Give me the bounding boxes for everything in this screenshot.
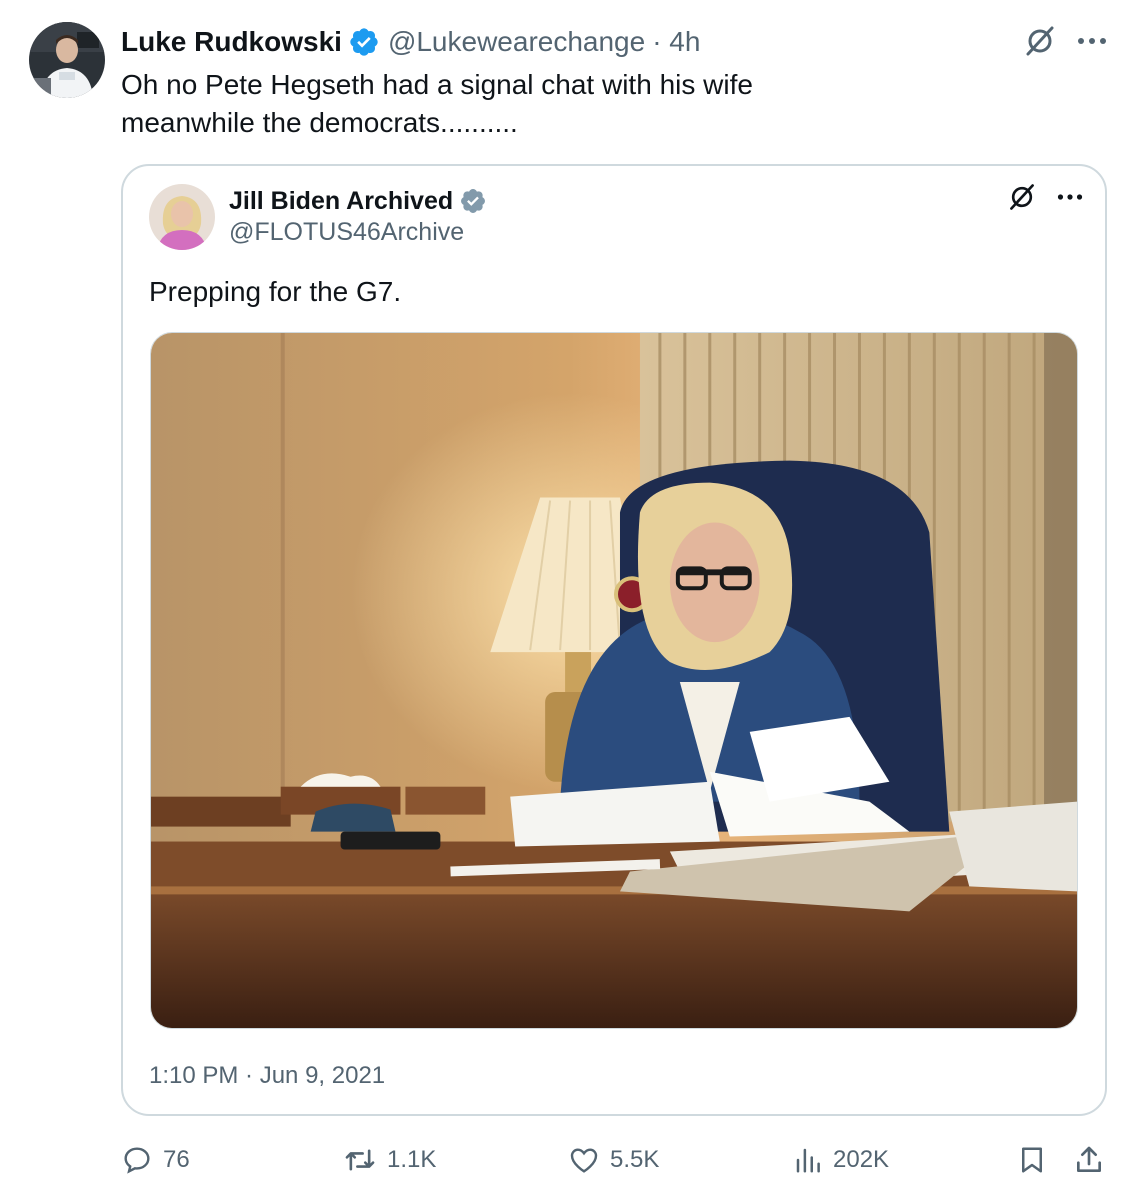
action-bar: 76 1.1K 5.5K 202K [121,1140,1111,1180]
verified-gray-badge-icon[interactable] [459,187,487,215]
like-count: 5.5K [610,1146,660,1173]
tweet-top-actions [1023,24,1107,58]
heart-icon [570,1148,598,1173]
tweet-age[interactable]: · 4h [652,26,700,58]
repost-button[interactable]: 1.1K [343,1140,436,1180]
tweet-text: Oh no Pete Hegseth had a signal chat wit… [121,66,881,142]
tweet-header: Luke Rudkowski @Lukewearechange · 4h [121,24,700,60]
author-avatar[interactable] [29,22,105,98]
reply-button[interactable]: 76 [121,1140,190,1180]
quoted-author-handle[interactable]: @FLOTUS46Archive [229,218,464,247]
quoted-tweet-text: Prepping for the G7. [149,276,402,307]
grok-icon[interactable] [1007,182,1037,212]
reply-icon [124,1147,150,1174]
grok-icon[interactable] [1023,24,1057,58]
verified-badge-icon[interactable] [348,26,380,58]
quoted-top-actions [1007,182,1083,212]
more-icon[interactable] [1077,37,1107,45]
author-handle[interactable]: @Lukewearechange [388,26,645,58]
quoted-header: Jill Biden Archived [229,184,495,218]
tweet-text-line: Oh no Pete Hegseth had a signal chat wit… [121,69,753,100]
share-button[interactable] [1073,1140,1105,1180]
tweet-text-line: meanwhile the democrats.......... [121,107,518,138]
views-icon [796,1148,820,1173]
bookmark-button[interactable] [1017,1140,1047,1180]
share-icon [1077,1146,1101,1172]
quoted-timestamp[interactable]: 1:10 PM · Jun 9, 2021 [149,1062,385,1090]
views-button[interactable]: 202K [793,1140,889,1180]
more-icon[interactable] [1057,193,1083,201]
reply-count: 76 [163,1146,190,1173]
quoted-author-name[interactable]: Jill Biden Archived [229,187,453,216]
repost-count: 1.1K [387,1146,437,1173]
quoted-tweet-photo[interactable] [150,332,1078,1029]
like-button[interactable]: 5.5K [568,1140,659,1180]
bookmark-icon [1022,1147,1042,1173]
repost-icon [345,1149,375,1171]
views-count: 202K [833,1146,890,1173]
author-name[interactable]: Luke Rudkowski [121,26,342,58]
quoted-author-avatar[interactable] [149,184,215,250]
